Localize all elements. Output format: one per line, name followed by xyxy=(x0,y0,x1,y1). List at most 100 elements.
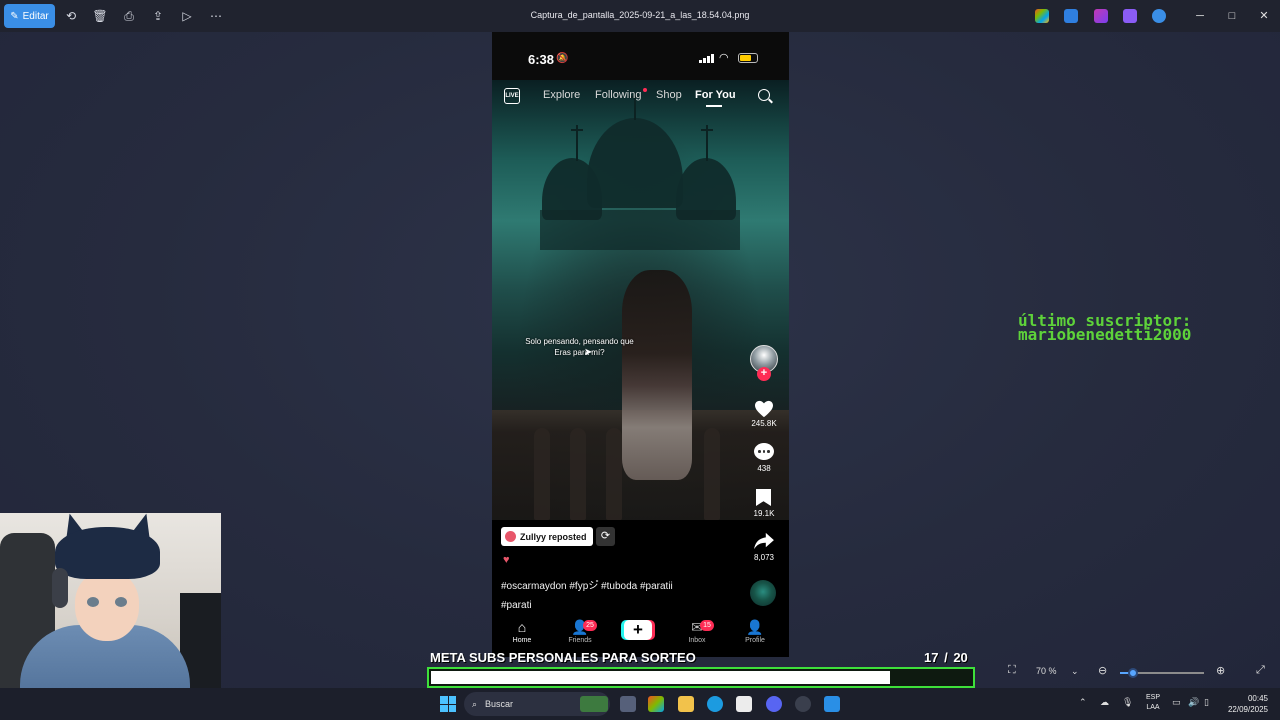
chevron-up-icon[interactable]: ⌃ xyxy=(1079,697,1087,708)
phone-screenshot: 6:38 🔕 ◠ Solo pensando, pensando que Era… xyxy=(492,32,789,657)
comment-icon[interactable] xyxy=(754,443,774,460)
signal-icon xyxy=(699,54,714,63)
video-frame[interactable]: Solo pensando, pensando que Eras para mí… xyxy=(492,80,789,520)
live-icon[interactable]: LIVE xyxy=(504,88,520,104)
fullscreen-icon[interactable]: ⤢ xyxy=(1256,664,1265,677)
copilot-taskbar-icon[interactable] xyxy=(648,696,664,712)
goal-progress-fill xyxy=(431,671,890,684)
saves-count: 19.1K xyxy=(753,509,775,518)
app-toolbar: ✎ Editar ⟲ 🗑 ⎙ ⇪ ▷ ⋯ Captura_de_pantalla… xyxy=(0,0,1280,32)
store-icon[interactable] xyxy=(736,696,752,712)
tab-for-you[interactable]: For You xyxy=(695,89,736,101)
onedrive-tray-icon[interactable]: ☁ xyxy=(1100,697,1109,708)
lang-line-1: ESP xyxy=(1145,694,1160,701)
edge-icon[interactable] xyxy=(707,696,723,712)
mouse-cursor-icon: ➤ xyxy=(584,347,593,358)
nav-inbox[interactable]: ✉ Inbox 15 xyxy=(672,619,722,644)
onedrive-icon[interactable] xyxy=(1152,9,1166,23)
following-notification-dot xyxy=(643,88,647,92)
avatar-face xyxy=(75,571,139,641)
battery-tray-icon[interactable]: ▯ xyxy=(1204,697,1209,708)
comments-count: 438 xyxy=(757,464,771,473)
lyrics-line-1: Solo pensando, pensando que xyxy=(525,337,634,346)
repost-badge[interactable]: Zullyy reposted xyxy=(501,527,593,546)
fit-icon[interactable]: ⛶ xyxy=(1008,664,1016,677)
language-indicator[interactable]: ESP LAA xyxy=(1143,693,1163,713)
webcam-avatar xyxy=(0,513,221,688)
goal-progress-bar xyxy=(427,667,975,688)
reposter-avatar xyxy=(505,531,516,542)
lang-line-2: LAA xyxy=(1146,704,1160,711)
designer-icon[interactable] xyxy=(1064,9,1078,23)
church-body xyxy=(540,210,740,250)
lyrics-line-2: Eras para mí? xyxy=(554,348,605,357)
clock-time: 00:45 xyxy=(1247,694,1268,703)
repost-label: Zullyy reposted xyxy=(520,531,587,542)
heart-icon[interactable] xyxy=(754,400,774,418)
goal-current: 17 xyxy=(924,650,939,665)
tab-following[interactable]: Following xyxy=(595,89,641,101)
active-tab-indicator xyxy=(706,105,722,107)
follow-plus-icon[interactable]: + xyxy=(757,367,771,381)
create-button[interactable]: + xyxy=(624,620,652,640)
music-disc-icon[interactable] xyxy=(750,580,776,606)
nav-home[interactable]: ⌂ Home xyxy=(497,619,547,644)
zoom-controls: ⛶ 70 % ⌄ ⊖ ⊕ ⤢ xyxy=(1000,663,1280,683)
volume-icon[interactable]: 🔊 xyxy=(1188,697,1199,708)
nav-home-label: Home xyxy=(512,637,532,644)
zoom-out-icon[interactable]: ⊖ xyxy=(1098,664,1107,677)
goal-count: 17 / 20 xyxy=(924,650,968,665)
network-icon[interactable]: ▭ xyxy=(1172,697,1181,708)
nav-profile[interactable]: 👤 Profile xyxy=(730,619,780,644)
home-icon: ⌂ xyxy=(517,619,527,635)
baluster xyxy=(606,428,622,520)
search-icon[interactable] xyxy=(758,89,770,101)
lyrics-overlay: Solo pensando, pensando que Eras para mí… xyxy=(512,336,647,358)
close-button[interactable]: ✕ xyxy=(1256,8,1272,24)
window-title: Captura_de_pantalla_2025-09-21_a_las_18.… xyxy=(530,10,750,20)
zoom-slider-knob[interactable] xyxy=(1127,668,1138,678)
video-caption[interactable]: #oscarmaydon #fypシ゚ #tuboda #paratii #pa… xyxy=(501,577,741,615)
zoom-in-icon[interactable]: ⊕ xyxy=(1216,664,1225,677)
repost-icon[interactable]: ⟳ xyxy=(596,527,615,546)
share-arrow-icon[interactable] xyxy=(753,532,775,550)
zoom-level[interactable]: 70 % xyxy=(1036,666,1057,676)
last-subscriber-overlay: último suscriptor: mariobenedetti2000 xyxy=(1018,313,1268,344)
headset xyxy=(52,568,68,608)
phone-status-bar: 6:38 🔕 ◠ xyxy=(492,32,789,80)
chevron-down-icon[interactable]: ⌄ xyxy=(1071,666,1079,677)
video-editor-icon[interactable] xyxy=(1123,9,1137,23)
search-icon: ⌕ xyxy=(472,698,478,709)
discord-icon[interactable] xyxy=(766,696,782,712)
nav-friends[interactable]: 👤 Friends 25 xyxy=(555,619,605,644)
copilot-icon[interactable] xyxy=(1035,9,1049,23)
wifi-icon: ◠ xyxy=(719,52,729,64)
mic-icon[interactable]: 🎙 xyxy=(1122,697,1133,708)
minimize-button[interactable]: ─ xyxy=(1192,8,1208,24)
widget-icon[interactable] xyxy=(580,696,608,712)
windows-start-icon[interactable] xyxy=(440,696,456,712)
baluster xyxy=(570,428,586,520)
tab-explore[interactable]: Explore xyxy=(543,89,580,101)
nav-inbox-label: Inbox xyxy=(688,637,706,644)
tab-shop[interactable]: Shop xyxy=(656,89,682,101)
avatar-hair xyxy=(55,527,160,579)
avatar-eye xyxy=(87,597,99,607)
left-cross xyxy=(571,125,583,161)
task-view-icon[interactable] xyxy=(620,696,636,712)
battery-icon xyxy=(738,53,758,63)
nav-friends-label: Friends xyxy=(568,637,592,644)
zoom-slider[interactable] xyxy=(1120,668,1204,678)
inbox-icon: ✉ xyxy=(691,619,703,635)
settings-icon[interactable] xyxy=(795,696,811,712)
taskbar-search-label: Buscar xyxy=(485,699,514,709)
right-cross xyxy=(701,125,713,161)
clock-date: 22/09/2025 xyxy=(1227,705,1268,714)
system-clock[interactable]: 00:45 22/09/2025 xyxy=(1224,693,1268,715)
subscriber-name: mariobenedetti2000 xyxy=(1018,325,1192,344)
file-explorer-icon[interactable] xyxy=(678,696,694,712)
maximize-button[interactable]: □ xyxy=(1224,8,1240,24)
clipchamp-icon[interactable] xyxy=(1094,9,1108,23)
photos-icon[interactable] xyxy=(824,696,840,712)
status-time: 6:38 xyxy=(528,52,555,67)
